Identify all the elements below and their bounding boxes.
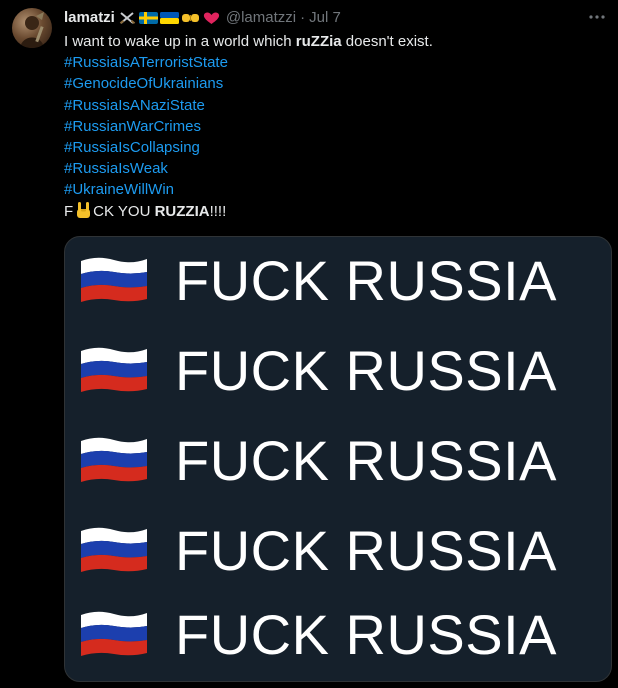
text-emphasis: RUZZIA [154, 202, 210, 220]
hashtag-link[interactable]: #RussianWarCrimes [64, 116, 604, 137]
text-segment: CK YOU [93, 202, 155, 220]
user-handle[interactable]: @lamatzzi [226, 8, 296, 28]
sweden-flag-icon [138, 11, 158, 25]
media-row: FUCK RUSSIA [65, 417, 611, 505]
russia-flag-icon [79, 345, 149, 395]
media-row: FUCK RUSSIA [65, 507, 611, 595]
media-caption: FUCK RUSSIA [175, 603, 557, 666]
media-caption: FUCK RUSSIA [175, 429, 557, 492]
text-segment: doesn't exist. [341, 33, 433, 50]
hashtag-link[interactable]: #UkraineWillWin [64, 179, 604, 200]
text-segment: F [64, 202, 74, 220]
tweet-media-image[interactable]: FUCK RUSSIA FUCK RUSSIA FUCK RUSSIA FUCK… [64, 236, 612, 682]
red-heart-icon [202, 11, 221, 25]
sign-of-horns-icon [74, 201, 92, 219]
text-line: I want to wake up in a world which ruZZi… [64, 31, 604, 52]
media-caption: FUCK RUSSIA [175, 249, 557, 312]
russia-flag-icon [79, 435, 149, 485]
avatar[interactable] [12, 8, 52, 48]
text-line: F CK YOU RUZZIA!!!! [64, 201, 604, 222]
hashtag-link[interactable]: #RussiaIsANaziState [64, 95, 604, 116]
more-options-icon[interactable] [586, 6, 608, 28]
crossed-swords-icon [118, 11, 137, 25]
tweet-date[interactable]: Jul 7 [309, 8, 341, 28]
hashtag-link[interactable]: #GenocideOfUkrainians [64, 73, 604, 94]
russia-flag-icon [79, 525, 149, 575]
tweet-header: lamatzi @lamatzzi · Jul 7 [64, 8, 341, 28]
media-caption: FUCK RUSSIA [175, 519, 557, 582]
media-caption: FUCK RUSSIA [175, 339, 557, 402]
name-emoji-badges [118, 11, 221, 25]
media-row: FUCK RUSSIA [65, 591, 611, 679]
russia-flag-icon [79, 609, 149, 659]
tweet-text: I want to wake up in a world which ruZZi… [64, 31, 604, 222]
russia-flag-icon [79, 255, 149, 305]
media-row: FUCK RUSSIA [65, 327, 611, 415]
media-row: FUCK RUSSIA [65, 237, 611, 325]
tweet[interactable]: lamatzi @lamatzzi · Jul 7 I want to wake… [0, 0, 618, 688]
hashtag-link[interactable]: #RussiaIsATerroristState [64, 52, 604, 73]
hashtag-link[interactable]: #RussiaIsCollapsing [64, 137, 604, 158]
text-segment: !!!! [209, 202, 227, 220]
text-emphasis: ruZZia [295, 33, 342, 50]
display-name[interactable]: lamatzi [64, 8, 115, 28]
separator-dot: · [300, 9, 306, 26]
ukraine-flag-icon [159, 11, 179, 25]
text-segment: I want to wake up in a world which [64, 33, 296, 50]
fist-bump-icon [181, 11, 200, 25]
hashtag-link[interactable]: #RussiaIsWeak [64, 158, 604, 179]
